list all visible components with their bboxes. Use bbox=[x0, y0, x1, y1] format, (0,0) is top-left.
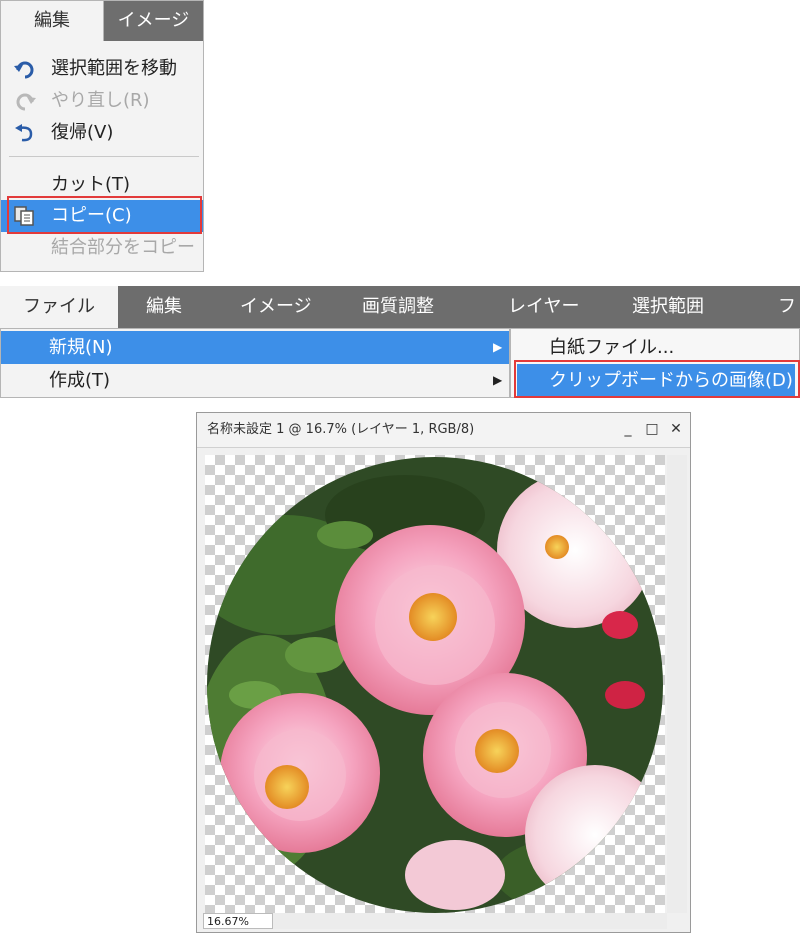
menu-item-label: 結合部分をコピー bbox=[51, 237, 195, 258]
menu-item-new[interactable]: 新規(N) ▶ bbox=[1, 331, 509, 364]
menu-tab-edit[interactable]: 編集 bbox=[1, 1, 104, 41]
menu-item-label: 復帰(V) bbox=[51, 122, 114, 143]
menu-item-label: 新規(N) bbox=[49, 337, 113, 358]
menu-item-label: カット(T) bbox=[51, 174, 131, 195]
document-title: 名称未設定 1 @ 16.7% (レイヤー 1, RGB/8) bbox=[207, 422, 475, 437]
menu-tab-image[interactable]: イメージ bbox=[240, 286, 312, 328]
edit-menu-bar: 編集 イメージ bbox=[1, 1, 203, 41]
menu-item-label: 作成(T) bbox=[49, 370, 111, 391]
file-menu-panel: ファイル 編集 イメージ 画質調整 レイヤー 選択範囲 フ 新規(N) ▶ 作成… bbox=[0, 286, 800, 398]
menu-item-label: やり直し(R) bbox=[51, 90, 150, 111]
menu-item-label: コピー(C) bbox=[51, 205, 132, 226]
vertical-scrollbar[interactable] bbox=[667, 455, 687, 913]
menu-tab-layer[interactable]: レイヤー bbox=[508, 286, 579, 328]
undo-icon bbox=[13, 58, 37, 80]
menu-separator bbox=[9, 156, 199, 157]
menu-item-move-selection[interactable]: 選択範囲を移動 bbox=[1, 53, 203, 85]
menu-item-copy-merged[interactable]: 結合部分をコピー bbox=[1, 232, 203, 264]
menu-tab-image[interactable]: イメージ bbox=[104, 1, 203, 41]
menu-item-from-clipboard[interactable]: クリップボードからの画像(D) bbox=[517, 364, 795, 397]
menu-item-label: クリップボードからの画像(D) bbox=[549, 370, 793, 391]
revert-icon bbox=[13, 122, 37, 144]
edit-menu-panel: 編集 イメージ 選択範囲を移動 やり直し(R) 復帰(V) カット(T) コピー… bbox=[0, 0, 204, 272]
menu-item-revert[interactable]: 復帰(V) bbox=[1, 117, 203, 149]
redo-icon bbox=[13, 90, 37, 112]
minimize-button[interactable]: _ bbox=[619, 419, 637, 439]
submenu-arrow-icon: ▶ bbox=[493, 373, 503, 387]
document-window: 名称未設定 1 @ 16.7% (レイヤー 1, RGB/8) _ □ ✕ 16… bbox=[196, 412, 691, 933]
horizontal-scrollbar[interactable] bbox=[205, 913, 667, 929]
file-dropdown: 新規(N) ▶ 作成(T) ▶ bbox=[0, 328, 510, 398]
menu-item-cut[interactable]: カット(T) bbox=[1, 169, 203, 201]
document-titlebar[interactable]: 名称未設定 1 @ 16.7% (レイヤー 1, RGB/8) _ □ ✕ bbox=[197, 413, 690, 448]
document-canvas[interactable] bbox=[205, 455, 665, 913]
new-submenu: 白紙ファイル... クリップボードからの画像(D) bbox=[510, 328, 800, 398]
maximize-button[interactable]: □ bbox=[643, 419, 661, 439]
menu-tab-file[interactable]: ファイル bbox=[0, 286, 118, 328]
menu-item-label: 選択範囲を移動 bbox=[51, 58, 177, 79]
copy-icon bbox=[13, 205, 37, 227]
close-button[interactable]: ✕ bbox=[667, 419, 685, 439]
menu-item-label: 白紙ファイル... bbox=[549, 337, 675, 358]
menu-tab-adjust[interactable]: 画質調整 bbox=[362, 286, 434, 328]
menu-item-blank-file[interactable]: 白紙ファイル... bbox=[511, 331, 799, 364]
menu-tab-edit[interactable]: 編集 bbox=[146, 286, 182, 328]
rose-photo-circle bbox=[207, 457, 663, 913]
menu-item-create[interactable]: 作成(T) ▶ bbox=[1, 364, 509, 397]
menu-item-redo[interactable]: やり直し(R) bbox=[1, 85, 203, 117]
file-menu-bar: ファイル 編集 イメージ 画質調整 レイヤー 選択範囲 フ bbox=[0, 286, 800, 328]
submenu-arrow-icon: ▶ bbox=[493, 340, 503, 354]
menu-tab-select[interactable]: 選択範囲 bbox=[632, 286, 704, 328]
menu-tab-filter[interactable]: フ bbox=[778, 286, 796, 328]
menu-item-copy[interactable]: コピー(C) bbox=[1, 200, 203, 232]
zoom-level[interactable]: 16.67% bbox=[203, 913, 273, 929]
